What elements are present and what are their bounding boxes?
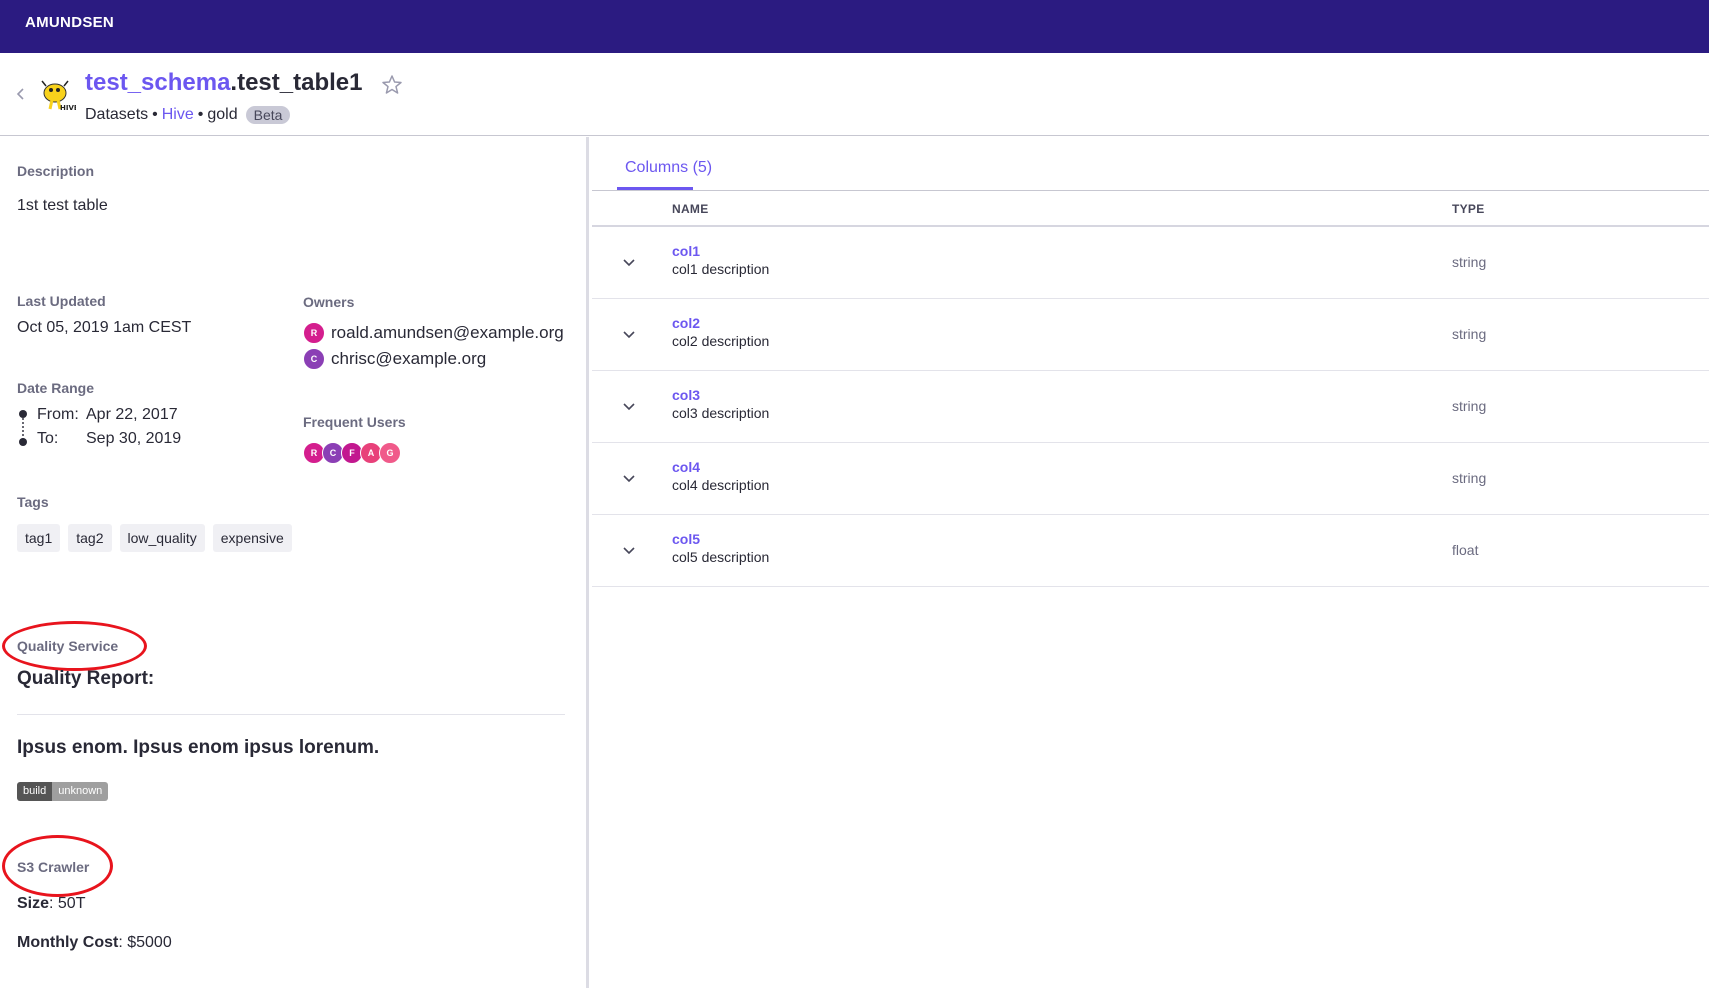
chevron-left-icon[interactable] [13,86,29,102]
frequent-users-label: Frequent Users [303,414,406,430]
column-type: string [1452,254,1487,270]
owner-item[interactable]: R roald.amundsen@example.org [303,322,564,344]
divider [17,714,565,715]
date-from-value: Apr 22, 2017 [86,406,178,423]
monthly-cost-row: Monthly Cost: $5000 [17,934,172,952]
column-header-type: TYPE [1452,202,1485,216]
column-description: col5 description [672,549,770,565]
hive-icon: HIVE [41,80,76,112]
table-name: test_table1 [237,69,363,96]
page-title: test_schema.test_table1 [85,69,362,97]
annotation-circle [2,835,113,897]
owners-label: Owners [303,294,355,310]
tab-columns[interactable]: Columns (5) [625,159,712,177]
column-type: string [1452,326,1487,342]
chevron-down-icon[interactable] [622,399,636,413]
build-badge-value: unknown [52,782,109,801]
column-name[interactable]: col3 [672,387,700,403]
column-name[interactable]: col5 [672,531,700,547]
breadcrumb-datasets: Datasets [85,106,149,123]
table-row[interactable]: col5 col5 description float [592,515,1709,587]
column-type: string [1452,398,1487,414]
star-icon[interactable] [380,73,404,97]
tag-chip[interactable]: tag1 [17,524,61,552]
date-to-label: To: [37,430,59,447]
chevron-down-icon[interactable] [622,543,636,557]
date-to-value: Sep 30, 2019 [86,430,182,447]
avatar: R [303,322,325,344]
last-updated-value: Oct 05, 2019 1am CEST [17,319,192,336]
size-key: Size [17,895,50,912]
table-row[interactable]: col1 col1 description string [592,227,1709,299]
date-from-label: From: [37,406,79,423]
columns-panel: Columns (5) NAME TYPE col1 col1 descript… [592,137,1709,988]
size-row: Size: 50T [17,895,85,913]
quality-report-heading: Quality Report: [17,668,155,689]
column-description: col4 description [672,477,770,493]
avatar[interactable]: G [379,442,401,464]
column-description: col2 description [672,333,770,349]
monthly-cost-value: : $5000 [118,934,172,951]
tags-label: Tags [17,494,49,510]
monthly-cost-key: Monthly Cost [17,934,119,951]
build-status-badge[interactable]: build unknown [17,782,109,801]
table-row[interactable]: col4 col4 description string [592,443,1709,515]
table-row[interactable]: col2 col2 description string [592,299,1709,371]
page-header: HIVE test_schema.test_table1 Datasets • … [0,53,1709,136]
description-text[interactable]: 1st test table [17,197,108,215]
size-value: : 50T [49,895,86,912]
owner-email: roald.amundsen@example.org [331,323,564,342]
column-header-name: NAME [672,202,709,216]
last-updated-label: Last Updated [17,293,106,309]
breadcrumb: Datasets • Hive • gold Beta [85,106,291,124]
build-badge-label: build [17,782,53,801]
breadcrumb-source-link[interactable]: Hive [162,106,194,124]
date-range-label: Date Range [17,380,95,396]
svg-text:HIVE: HIVE [60,104,76,112]
column-description: col1 description [672,261,770,277]
column-type: string [1452,470,1487,486]
annotation-circle [2,621,147,671]
column-name[interactable]: col4 [672,459,700,475]
tags-list: tag1 tag2 low_quality expensive [17,524,317,562]
schema-link[interactable]: test_schema [85,69,230,96]
description-label: Description [17,163,95,179]
column-name[interactable]: col2 [672,315,700,331]
table-details-panel: Description 1st test table Last Updated … [0,137,589,988]
avatar: C [303,348,325,370]
chevron-down-icon[interactable] [622,327,636,341]
date-range-icon [19,410,27,446]
frequent-users-list: R C F A G [303,442,401,464]
table-row[interactable]: col3 col3 description string [592,371,1709,443]
tag-chip[interactable]: low_quality [119,524,205,552]
column-name[interactable]: col1 [672,243,700,259]
breadcrumb-separator: • [152,106,158,123]
chevron-down-icon[interactable] [622,255,636,269]
owner-email: chrisc@example.org [331,349,487,368]
breadcrumb-separator: • [197,106,204,123]
chevron-down-icon[interactable] [622,471,636,485]
column-type: float [1452,542,1479,558]
breadcrumb-tier: gold [207,106,238,123]
quality-text: Ipsus enom. Ipsus enom ipsus lorenum. [17,737,380,758]
top-navbar: AMUNDSEN [0,0,1709,53]
tag-chip[interactable]: tag2 [68,524,112,552]
owner-item[interactable]: C chrisc@example.org [303,348,486,370]
beta-badge: Beta [245,106,291,124]
tag-chip[interactable]: expensive [212,524,292,552]
divider [592,190,1709,191]
column-description: col3 description [672,405,770,421]
brand-logo[interactable]: AMUNDSEN [25,14,114,31]
